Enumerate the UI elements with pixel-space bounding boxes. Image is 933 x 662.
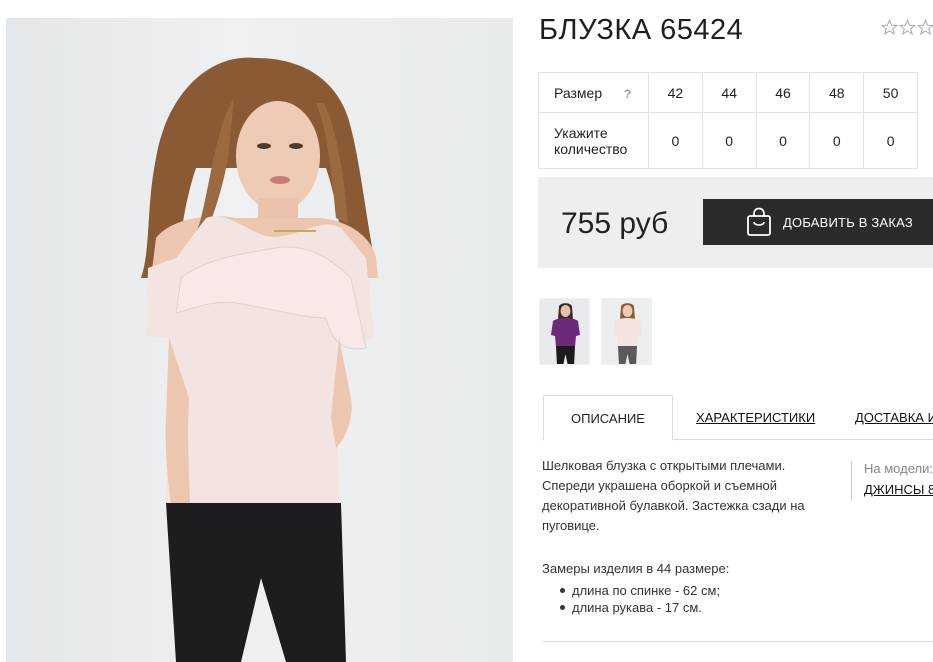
model-wearing-box: На модели: ДЖИНСЫ 84 [851, 461, 933, 501]
thumbnail-pink[interactable] [601, 298, 652, 365]
quantity-label-line2: количество [554, 140, 628, 157]
star-outline-icon[interactable] [881, 19, 898, 36]
add-to-order-label: ДОБАВИТЬ В ЗАКАЗ [783, 214, 913, 230]
size-table: Размер ? 42 44 46 48 50 Укажите количест… [538, 72, 918, 169]
size-label: Размер [554, 84, 603, 101]
star-outline-icon[interactable] [917, 19, 933, 36]
size-row: Размер ? 42 44 46 48 50 [538, 72, 918, 113]
product-price: 755 руб [561, 207, 669, 240]
quantity-input[interactable]: 0 [648, 112, 703, 169]
add-to-order-button[interactable]: ДОБАВИТЬ В ЗАКАЗ [703, 199, 933, 245]
quantity-input[interactable]: 0 [755, 112, 811, 169]
list-item: длина по спинке - 62 см; [560, 582, 720, 599]
tab-description[interactable]: ОПИСАНИЕ [543, 395, 673, 441]
quantity-row: Укажите количество 0 0 0 0 0 [538, 112, 918, 169]
model-label: На модели: [864, 461, 933, 476]
product-description: Шелковая блузка с открытыми плечами. Спе… [542, 458, 805, 533]
quantity-input[interactable]: 0 [863, 112, 918, 169]
product-title: БЛУЗКА 65424 [539, 14, 744, 46]
size-cell: 42 [648, 72, 703, 113]
size-cell: 50 [863, 72, 918, 113]
tab-characteristics[interactable]: ХАРАКТЕРИСТИКИ [696, 395, 815, 440]
size-cell: 46 [755, 72, 811, 113]
thumbnail-purple[interactable] [539, 298, 590, 365]
star-outline-icon[interactable] [899, 19, 916, 36]
measurements-list: длина по спинке - 62 см; длина рукава - … [560, 582, 720, 616]
size-cell: 44 [701, 72, 757, 113]
divider [542, 641, 933, 642]
size-label-cell: Размер ? [538, 72, 649, 113]
quantity-input[interactable]: 0 [809, 112, 865, 169]
tab-delivery[interactable]: ДОСТАВКА И [855, 395, 933, 440]
quantity-label-line1: Укажите [554, 124, 608, 141]
product-tabs: ОПИСАНИЕ ХАРАКТЕРИСТИКИ ДОСТАВКА И [542, 395, 933, 441]
model-item-link[interactable]: ДЖИНСЫ 84 [864, 482, 933, 497]
price-block: 755 руб ДОБАВИТЬ В ЗАКАЗ [538, 177, 933, 268]
product-main-image[interactable] [6, 18, 513, 662]
rating-stars[interactable] [881, 19, 933, 36]
size-help-icon[interactable]: ? [624, 87, 631, 101]
list-item: длина рукава - 17 см. [560, 599, 720, 616]
quantity-label: Укажите количество [538, 112, 649, 169]
shopping-bag-icon [747, 207, 771, 236]
size-cell: 48 [809, 72, 865, 113]
measurements-title: Замеры изделия в 44 размере: [542, 561, 730, 576]
quantity-input[interactable]: 0 [701, 112, 757, 169]
